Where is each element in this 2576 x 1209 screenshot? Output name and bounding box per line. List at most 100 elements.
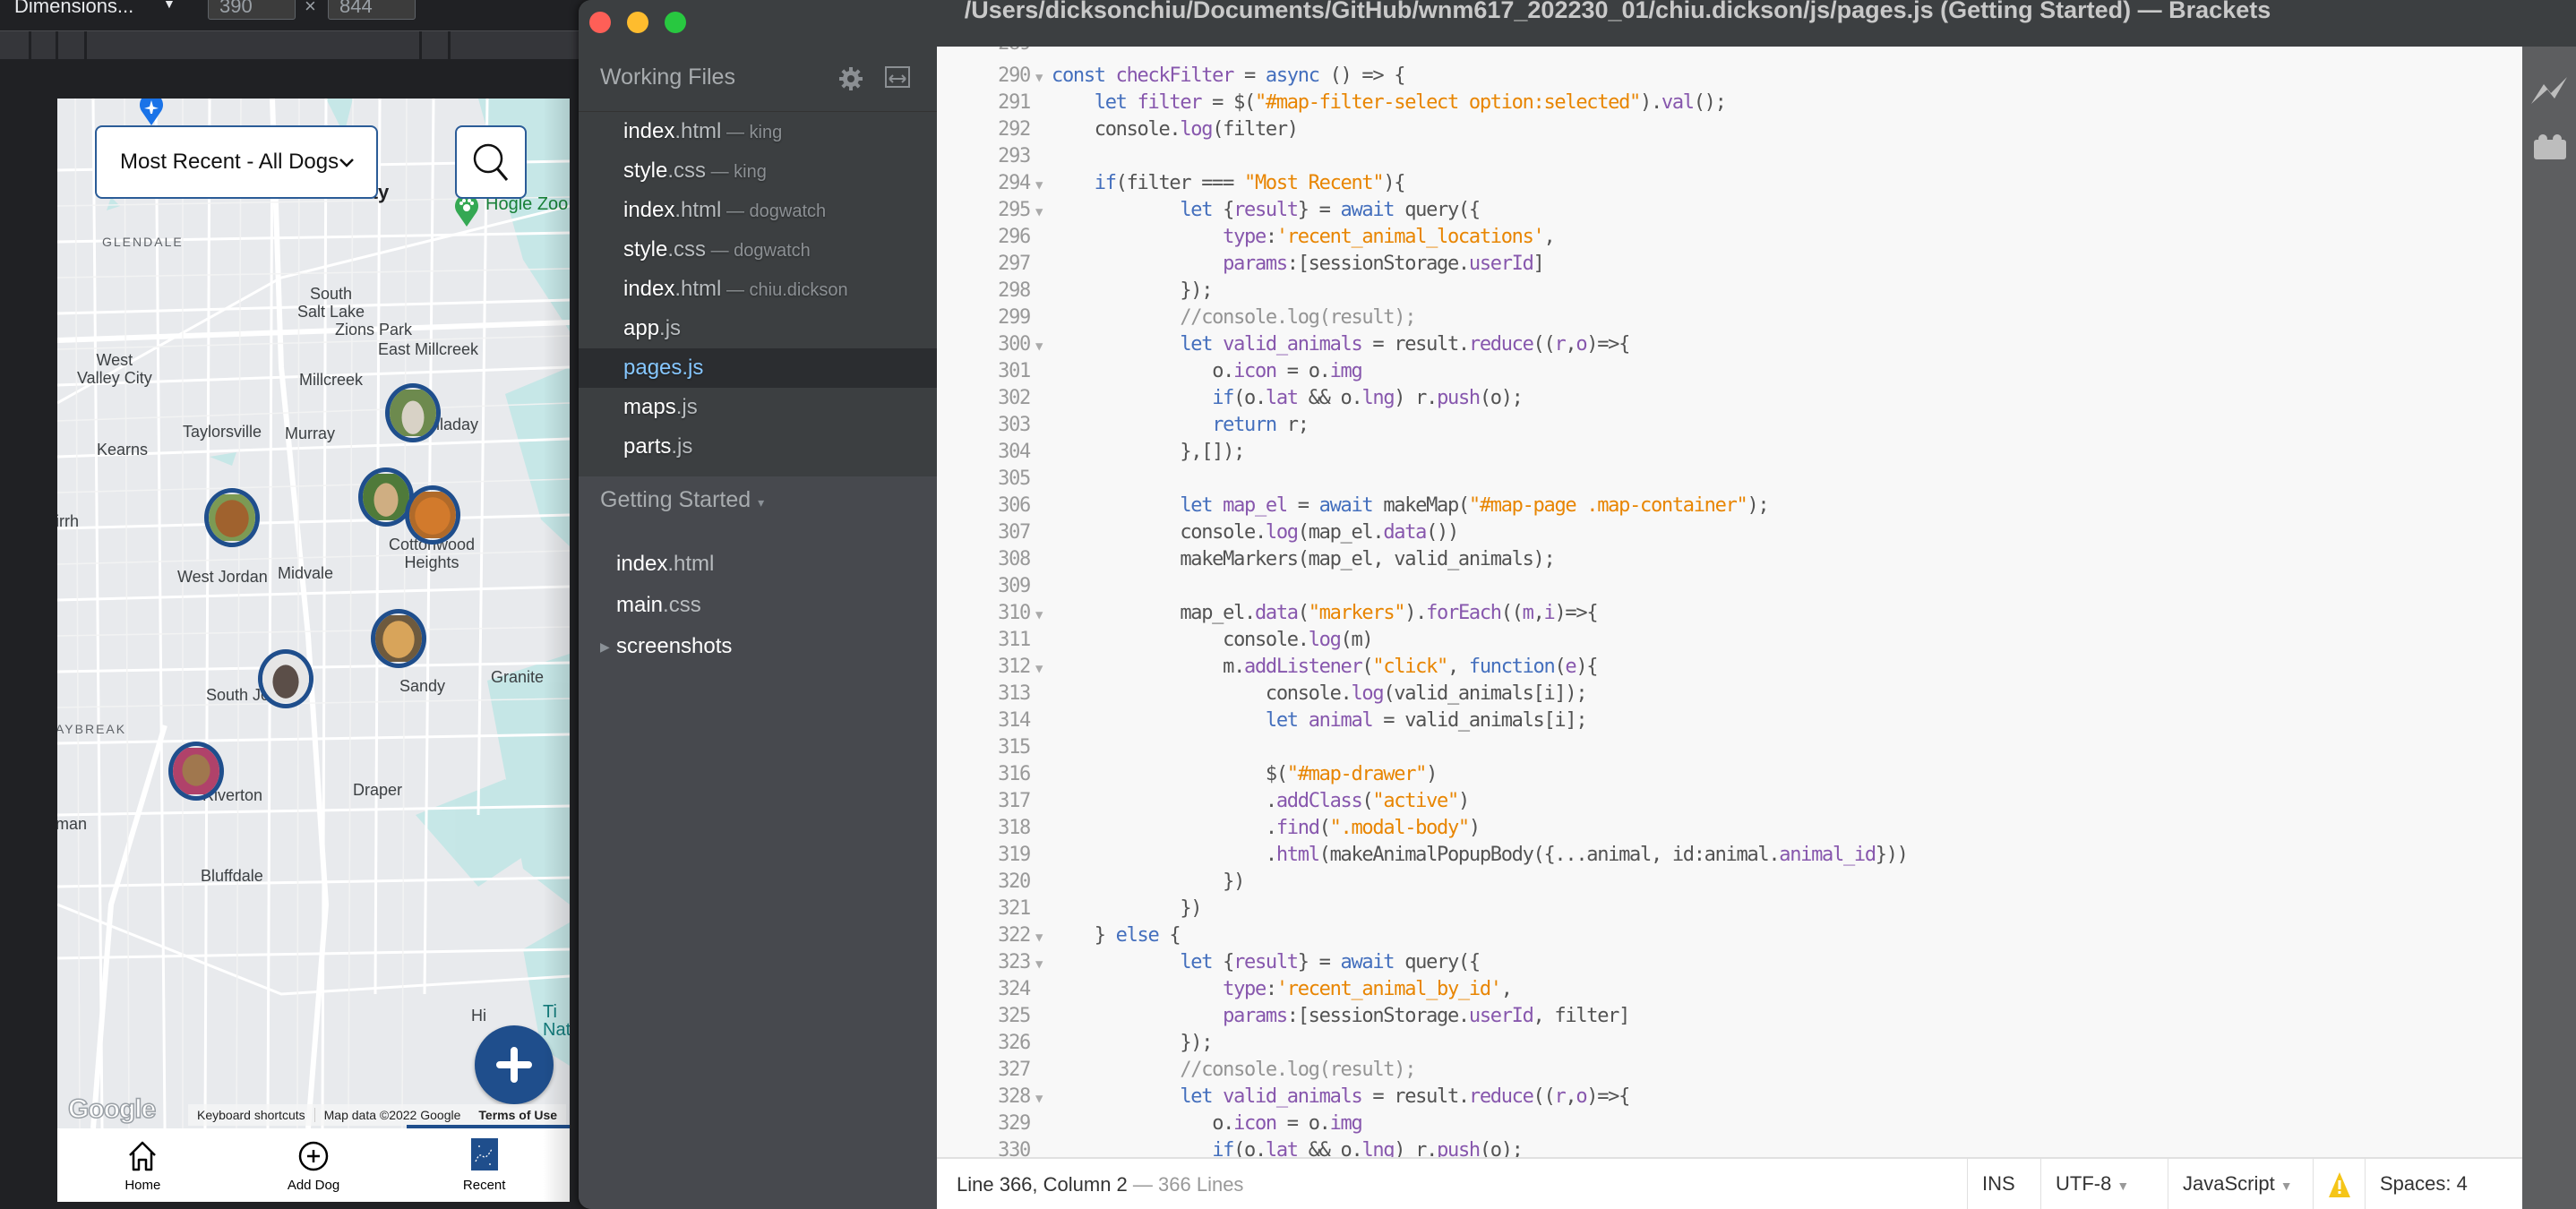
project-dropdown[interactable]: Getting Started ▾ — [600, 487, 764, 513]
working-file-item[interactable]: index.html — king — [579, 112, 937, 151]
line-number: 296 — [998, 226, 1031, 248]
dog-marker[interactable] — [385, 383, 441, 442]
warning-icon — [2329, 1172, 2350, 1197]
working-file-item[interactable]: maps.js — [579, 388, 937, 427]
nav-home[interactable]: Home — [57, 1128, 228, 1202]
code-editor[interactable]: 289 290▼const checkFilter = async () => … — [937, 47, 2522, 1157]
dog-marker[interactable] — [405, 485, 460, 544]
working-file-item[interactable]: style.css — king — [579, 151, 937, 191]
map-filter-select[interactable]: Most Recent - All Dogs — [95, 125, 378, 199]
fold-arrow-icon[interactable]: ▼ — [1035, 924, 1052, 951]
fold-arrow-icon[interactable]: ▼ — [1035, 199, 1052, 226]
map-view[interactable]: Salt Lake City Hogle Zoo GLENDALE South … — [57, 99, 570, 1128]
code-token: ) — [1457, 790, 1470, 812]
code-token: o — [1576, 1085, 1587, 1108]
live-preview-icon[interactable] — [2529, 73, 2569, 106]
title-bar[interactable]: /Users/dicksonchiu/Documents/GitHub/wnm6… — [579, 0, 2576, 47]
code-token: "active" — [1372, 790, 1459, 812]
code-token: ). — [1404, 602, 1427, 624]
fold-arrow-icon[interactable]: ▼ — [1035, 1085, 1052, 1112]
code-line: 318 .find(".modal-body") — [937, 815, 1481, 842]
line-number: 327 — [998, 1059, 1031, 1081]
working-file-item[interactable]: style.css — dogwatch — [579, 230, 937, 270]
dog-marker[interactable] — [371, 609, 426, 668]
code-line: 330 if(o.lat && o.lng) r.push(o); — [937, 1137, 1524, 1157]
code-token: = result. — [1361, 333, 1470, 356]
code-token: icon — [1233, 360, 1277, 382]
code-token: let — [1180, 199, 1224, 221]
code-token: ".modal-body" — [1329, 817, 1471, 839]
code-token: map_el — [1223, 494, 1288, 517]
code-token: }); — [1180, 1032, 1213, 1054]
device-height-input[interactable]: 844 — [328, 0, 416, 20]
dog-marker[interactable] — [168, 742, 224, 801]
airport-pin-icon[interactable] — [138, 99, 165, 125]
fold-arrow-icon[interactable]: ▼ — [1035, 172, 1052, 199]
file-tree-item[interactable]: index.html — [579, 544, 937, 585]
working-file-item[interactable]: index.html — chiu.dickson — [579, 270, 937, 309]
code-token: , — [1500, 978, 1513, 1000]
terms-of-use-link[interactable]: Terms of Use — [469, 1108, 566, 1122]
line-number: 323 — [998, 951, 1031, 973]
working-file-item[interactable]: parts.js — [579, 427, 937, 467]
filter-selected-value: Most Recent - All Dogs — [120, 150, 339, 174]
gear-icon[interactable] — [838, 66, 863, 91]
encoding-dropdown[interactable]: UTF-8 ▼ — [2040, 1159, 2143, 1209]
nav-add-dog[interactable]: Add Dog — [228, 1128, 399, 1202]
nav-recent[interactable]: Recent — [399, 1128, 570, 1202]
code-token: (( — [1500, 602, 1524, 624]
fold-arrow-icon[interactable]: ▼ — [1035, 951, 1052, 978]
code-token: }) — [1180, 897, 1202, 920]
code-token: } — [1094, 924, 1116, 947]
line-number: 321 — [998, 897, 1031, 920]
code-token: reduce — [1468, 333, 1534, 356]
line-number: 329 — [998, 1112, 1031, 1135]
code-token: if — [1212, 1139, 1234, 1157]
line-number: 308 — [998, 548, 1031, 570]
add-dog-fab[interactable] — [475, 1025, 554, 1104]
indent-setting[interactable]: Spaces: 4 — [2365, 1159, 2482, 1209]
split-view-icon[interactable] — [885, 66, 910, 88]
fold-arrow-icon[interactable]: ▼ — [1035, 333, 1052, 360]
dog-marker[interactable] — [258, 649, 313, 708]
language-dropdown[interactable]: JavaScript ▼ — [2168, 1159, 2307, 1209]
dog-photo — [209, 494, 255, 541]
fold-arrow-icon[interactable]: ▼ — [1035, 64, 1052, 91]
brackets-window: /Users/dicksonchiu/Documents/GitHub/wnm6… — [579, 0, 2576, 1209]
line-number: 300 — [998, 333, 1031, 356]
folder-tree-item[interactable]: ▶ screenshots — [579, 626, 937, 667]
code-token: log — [1351, 682, 1384, 705]
working-file-item-selected[interactable]: pages.js — [579, 348, 937, 388]
chevron-down-icon — [339, 159, 354, 167]
device-dimensions-dropdown[interactable]: Dimensions... — [14, 0, 133, 18]
caret-down-icon[interactable]: ▼ — [163, 0, 176, 11]
fold-arrow-icon[interactable]: ▼ — [1035, 656, 1052, 682]
code-token: = o. — [1275, 1112, 1331, 1135]
code-token: data — [1254, 602, 1299, 624]
search-button[interactable] — [455, 125, 527, 199]
device-width-input[interactable]: 390 — [208, 0, 296, 20]
zoo-pin-icon[interactable] — [453, 194, 480, 227]
cursor-position[interactable]: Line 366, Column 2 — 366 Lines — [957, 1173, 1243, 1196]
working-file-item[interactable]: index.html — dogwatch — [579, 191, 937, 230]
keyboard-shortcuts-link[interactable]: Keyboard shortcuts — [188, 1108, 314, 1122]
code-token: console. — [1094, 118, 1181, 141]
extension-manager-icon[interactable] — [2533, 129, 2567, 161]
insert-mode-toggle[interactable]: INS — [1967, 1159, 2030, 1209]
file-tree-item[interactable]: main.css — [579, 585, 937, 626]
folder-expand-icon[interactable]: ▶ — [600, 626, 610, 667]
fold-arrow-icon[interactable]: ▼ — [1035, 602, 1052, 629]
media-query-bar[interactable] — [0, 30, 591, 60]
code-token: , — [1533, 602, 1545, 624]
code-token: log — [1180, 118, 1213, 141]
code-line: 300 ▼ let valid_animals = result.reduce((… — [937, 331, 1630, 360]
dog-marker[interactable] — [204, 488, 260, 547]
linter-warning[interactable] — [2313, 1159, 2365, 1209]
code-line: 301 o.icon = o.img — [937, 358, 1363, 385]
working-file-item[interactable]: app.js — [579, 309, 937, 348]
